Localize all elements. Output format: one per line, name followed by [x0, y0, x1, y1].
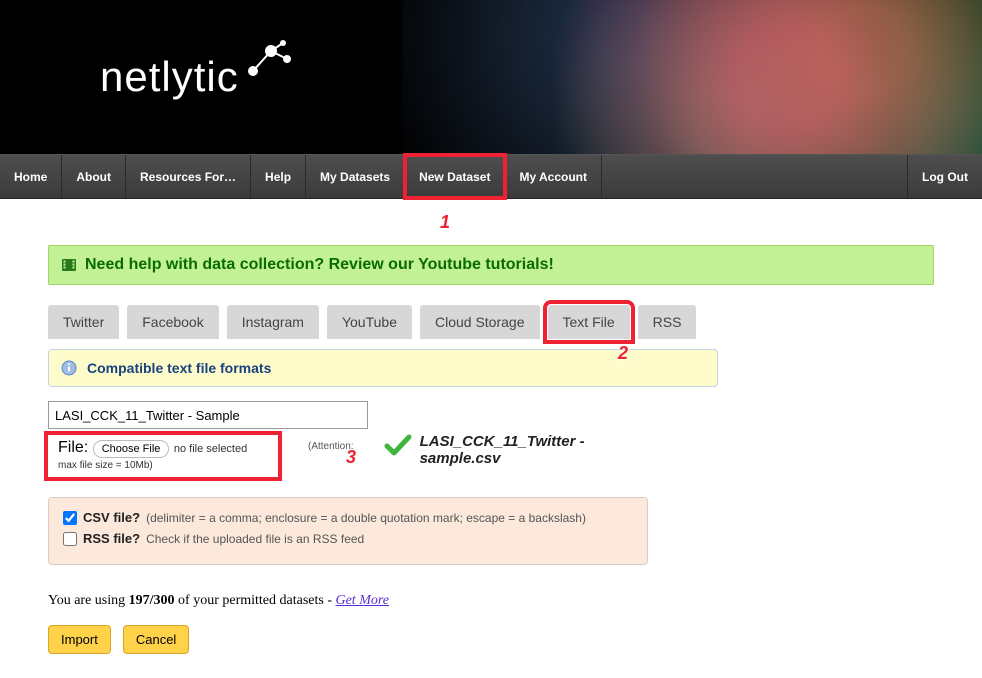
- tab-cloud-storage[interactable]: Cloud Storage: [420, 305, 540, 339]
- logo-nodes-icon: [243, 39, 293, 79]
- nav-new-dataset[interactable]: New Dataset: [405, 155, 505, 198]
- selected-file-name: LASI_CCK_11_Twitter - sample.csv: [420, 433, 610, 467]
- help-banner: Need help with data collection? Review o…: [48, 245, 934, 285]
- csv-checkbox[interactable]: [63, 511, 77, 525]
- annotation-1: 1: [440, 212, 450, 233]
- dataset-name-input[interactable]: LASI_CCK_11_Twitter - Sample: [48, 401, 368, 429]
- app-logo: netlytic: [100, 53, 295, 101]
- tab-text-file[interactable]: Text File: [548, 305, 630, 339]
- csv-hint: (delimiter = a comma; enclosure = a doub…: [146, 511, 586, 525]
- tab-instagram[interactable]: Instagram: [227, 305, 319, 339]
- nav-resources[interactable]: Resources For…: [126, 155, 251, 198]
- nav-my-datasets[interactable]: My Datasets: [306, 155, 405, 198]
- choose-file-button[interactable]: Choose File: [93, 440, 170, 458]
- rss-option-row: RSS file? Check if the uploaded file is …: [63, 531, 633, 546]
- csv-label: CSV file?: [83, 510, 140, 525]
- help-banner-link[interactable]: Need help with data collection? Review o…: [85, 256, 554, 274]
- tab-facebook[interactable]: Facebook: [127, 305, 218, 339]
- tabs-row: Twitter Facebook Instagram YouTube Cloud…: [48, 305, 934, 339]
- annotation-2: 2: [618, 343, 628, 364]
- tab-rss[interactable]: RSS: [638, 305, 697, 339]
- nav-help[interactable]: Help: [251, 155, 306, 198]
- file-picker-box: File: Choose File no file selected max f…: [48, 435, 278, 477]
- file-row: File: Choose File no file selected max f…: [48, 435, 934, 477]
- rss-checkbox[interactable]: [63, 532, 77, 546]
- rss-label: RSS file?: [83, 531, 140, 546]
- nav-my-account[interactable]: My Account: [505, 155, 602, 198]
- info-box-text[interactable]: Compatible text file formats: [87, 360, 271, 376]
- file-options-box: CSV file? (delimiter = a comma; enclosur…: [48, 497, 648, 565]
- cancel-button[interactable]: Cancel: [123, 625, 189, 654]
- max-size-text: max file size = 10Mb): [58, 460, 268, 471]
- usage-line: You are using 197/300 of your permitted …: [48, 593, 934, 609]
- csv-option-row: CSV file? (delimiter = a comma; enclosur…: [63, 510, 633, 525]
- button-row: Import Cancel: [48, 625, 934, 654]
- nav-logout[interactable]: Log Out: [907, 155, 982, 198]
- nav-spacer: [602, 155, 907, 198]
- rss-hint: Check if the uploaded file is an RSS fee…: [146, 532, 364, 546]
- header-banner: netlytic: [0, 0, 982, 154]
- selected-file-area: LASI_CCK_11_Twitter - sample.csv: [384, 433, 610, 467]
- nav-about[interactable]: About: [62, 155, 126, 198]
- checkmark-icon: [384, 433, 412, 457]
- import-button[interactable]: Import: [48, 625, 111, 654]
- main-nav: Home About Resources For… Help My Datase…: [0, 154, 982, 199]
- info-icon: [61, 360, 77, 376]
- annotation-3: 3: [346, 447, 356, 468]
- page-body: Need help with data collection? Review o…: [0, 199, 982, 678]
- file-label: File:: [58, 439, 88, 456]
- tab-youtube[interactable]: YouTube: [327, 305, 412, 339]
- no-file-text: no file selected: [174, 443, 247, 455]
- film-icon: [61, 257, 77, 273]
- logo-text: netlytic: [100, 53, 239, 101]
- nav-home[interactable]: Home: [0, 155, 62, 198]
- tab-twitter[interactable]: Twitter: [48, 305, 119, 339]
